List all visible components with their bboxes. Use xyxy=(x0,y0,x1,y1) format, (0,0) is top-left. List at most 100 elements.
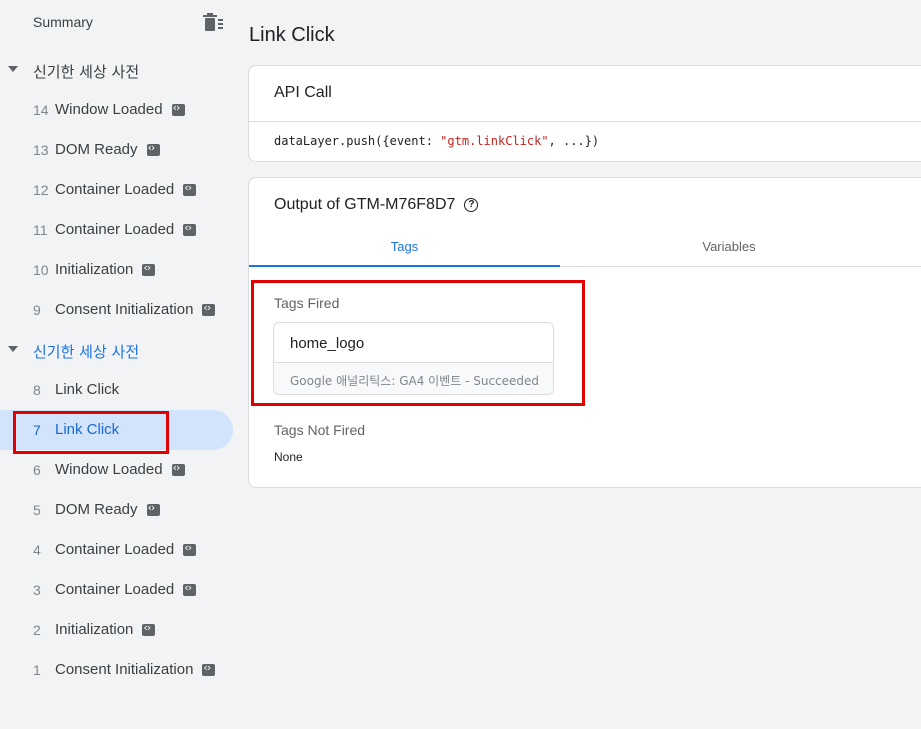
sidebar-event-2[interactable]: 2 Initialization xyxy=(0,610,240,650)
code-icon xyxy=(142,621,156,636)
page-title: Link Click xyxy=(249,24,335,46)
event-label-text: Initialization xyxy=(55,621,134,638)
event-label: Window Loaded xyxy=(55,101,185,118)
event-label: DOM Ready xyxy=(55,141,160,158)
code-event-string: "gtm.linkClick" xyxy=(440,134,549,148)
event-number: 1 xyxy=(33,662,41,678)
sidebar-event-9[interactable]: 9 Consent Initialization xyxy=(0,290,240,330)
event-label-text: Container Loaded xyxy=(55,541,175,558)
code-icon xyxy=(146,141,160,156)
api-call-code: dataLayer.push({event: "gtm.linkClick", … xyxy=(274,134,599,148)
sidebar-event-11[interactable]: 11 Container Loaded xyxy=(0,210,240,250)
code-suffix: , ...}) xyxy=(548,134,600,148)
code-icon xyxy=(183,221,197,236)
sidebar: Summary 신기한 세상 사전 14 Window Loaded 13 DO… xyxy=(0,0,240,729)
sidebar-event-7[interactable]: 7 Link Click xyxy=(0,410,240,450)
code-icon xyxy=(171,101,185,116)
tag-status: Google 애널리틱스: GA4 이벤트 - Succeeded xyxy=(290,374,540,388)
code-icon xyxy=(183,581,197,596)
summary-label: Summary xyxy=(33,14,93,30)
code-icon xyxy=(202,301,216,316)
tags-not-fired-value: None xyxy=(274,450,303,464)
event-number: 6 xyxy=(33,462,41,478)
event-number: 11 xyxy=(33,222,48,238)
event-label-text: Link Click xyxy=(55,381,120,398)
event-number: 2 xyxy=(33,622,41,638)
main-panel: Link Click API Call dataLayer.push({even… xyxy=(248,0,921,729)
sidebar-event-4[interactable]: 4 Container Loaded xyxy=(0,530,240,570)
tags-not-fired-label: Tags Not Fired xyxy=(274,422,366,438)
delete-list-icon[interactable] xyxy=(202,13,224,31)
event-label: Link Click xyxy=(55,381,119,398)
summary-row[interactable]: Summary xyxy=(0,0,240,44)
sidebar-event-14[interactable]: 14 Window Loaded xyxy=(0,90,240,130)
event-label-text: DOM Ready xyxy=(55,141,138,158)
output-card: Output of GTM-M76F8D7 ? Tags Variables T… xyxy=(248,177,921,488)
event-number: 4 xyxy=(33,542,41,558)
sidebar-event-12[interactable]: 12 Container Loaded xyxy=(0,170,240,210)
event-label: Container Loaded xyxy=(55,221,197,238)
expand-arrow-icon[interactable] xyxy=(8,66,18,72)
output-tabs: Tags Variables xyxy=(249,230,921,267)
event-label: Container Loaded xyxy=(55,581,197,598)
event-number: 3 xyxy=(33,582,41,598)
event-label-text: Window Loaded xyxy=(55,461,163,478)
event-label-text: Container Loaded xyxy=(55,581,175,598)
event-label: Initialization xyxy=(55,621,156,638)
event-label: DOM Ready xyxy=(55,501,160,518)
code-icon xyxy=(142,261,156,276)
event-label-text: Consent Initialization xyxy=(55,661,194,678)
sidebar-event-1[interactable]: 1 Consent Initialization xyxy=(0,650,240,690)
event-label-text: Consent Initialization xyxy=(55,301,194,318)
sidebar-event-6[interactable]: 6 Window Loaded xyxy=(0,450,240,490)
event-label: Consent Initialization xyxy=(55,301,216,318)
code-icon xyxy=(171,461,185,476)
tab-variables[interactable]: Variables xyxy=(569,230,889,267)
output-title-text: Output of GTM-M76F8D7 xyxy=(274,196,456,213)
sidebar-event-10[interactable]: 10 Initialization xyxy=(0,250,240,290)
event-label: Consent Initialization xyxy=(55,661,216,678)
code-icon xyxy=(183,541,197,556)
event-number: 10 xyxy=(33,262,49,278)
sidebar-group-page-2[interactable]: 신기한 세상 사전 xyxy=(0,330,240,370)
expand-arrow-icon[interactable] xyxy=(8,346,18,352)
code-icon xyxy=(183,181,197,196)
event-number: 5 xyxy=(33,502,41,518)
event-label-text: Initialization xyxy=(55,261,134,278)
code-prefix: dataLayer.push({event: xyxy=(274,134,441,148)
event-label: Link Click xyxy=(55,421,119,438)
fired-tag-card[interactable]: home_logo Google 애널리틱스: GA4 이벤트 - Succee… xyxy=(273,322,554,395)
help-icon[interactable]: ? xyxy=(464,198,479,212)
sidebar-event-8[interactable]: 8 Link Click xyxy=(0,370,240,410)
sidebar-event-5[interactable]: 5 DOM Ready xyxy=(0,490,240,530)
event-number: 14 xyxy=(33,102,49,118)
tag-name: home_logo xyxy=(290,335,365,352)
sidebar-group-page-1[interactable]: 신기한 세상 사전 xyxy=(0,50,240,90)
event-number: 13 xyxy=(33,142,49,158)
sidebar-event-13[interactable]: 13 DOM Ready xyxy=(0,130,240,170)
sidebar-event-3[interactable]: 3 Container Loaded xyxy=(0,570,240,610)
code-icon xyxy=(146,501,160,516)
event-number: 8 xyxy=(33,382,41,398)
group-label: 신기한 세상 사전 xyxy=(33,343,140,361)
event-number: 7 xyxy=(33,422,41,438)
group-label: 신기한 세상 사전 xyxy=(33,63,140,81)
code-icon xyxy=(202,661,216,676)
divider xyxy=(249,121,921,122)
event-label-text: Container Loaded xyxy=(55,221,175,238)
tags-fired-label: Tags Fired xyxy=(274,295,340,311)
event-label-text: Window Loaded xyxy=(55,101,163,118)
output-title: Output of GTM-M76F8D7 ? xyxy=(274,196,479,214)
event-label: Window Loaded xyxy=(55,461,185,478)
event-label-text: DOM Ready xyxy=(55,501,138,518)
event-number: 9 xyxy=(33,302,41,318)
event-label-text: Container Loaded xyxy=(55,181,175,198)
api-call-card: API Call dataLayer.push({event: "gtm.lin… xyxy=(248,65,921,162)
event-number: 12 xyxy=(33,182,49,198)
event-label: Container Loaded xyxy=(55,181,197,198)
tab-tags[interactable]: Tags xyxy=(249,230,560,267)
event-label: Container Loaded xyxy=(55,541,197,558)
event-label: Initialization xyxy=(55,261,156,278)
api-call-title: API Call xyxy=(274,84,332,101)
tag-status-bar: Google 애널리틱스: GA4 이벤트 - Succeeded xyxy=(274,362,553,394)
